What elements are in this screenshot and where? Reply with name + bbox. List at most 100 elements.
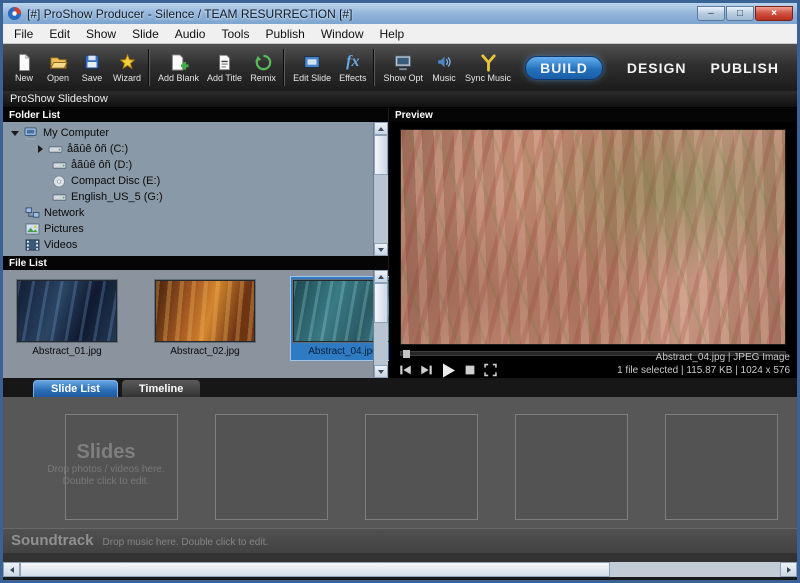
cd-drive-icon [51,175,67,188]
title-bar[interactable]: [#] ProShow Producer - Silence / TEAM RE… [3,3,797,24]
wizard-button[interactable]: Wizard [109,50,145,85]
tab-slide-list[interactable]: Slide List [33,380,118,397]
wizard-button-label: Wizard [113,73,141,83]
menu-tools[interactable]: Tools [213,25,257,43]
file-info-details: 1 file selected | 115.87 KB | 1024 x 576 [617,364,790,377]
add-blank-button-label: Add Blank [158,73,199,83]
expand-caret-icon[interactable] [11,131,19,136]
folder-list-title: Folder List [9,110,60,121]
scroll-left-button[interactable] [3,562,20,577]
scrub-position-marker[interactable] [403,350,410,358]
folder-item-my-computer[interactable]: My Computer [6,125,373,141]
window-controls: – □ × [697,6,793,21]
show-title: ProShow Slideshow [10,93,108,105]
file-thumbnail[interactable] [17,280,117,342]
folder-item-network[interactable]: Network [6,205,373,221]
folder-item-pictures[interactable]: Pictures [6,221,373,237]
folder-item-label: åãûê ôñ (C:) [67,143,128,155]
scrollbar-thumb[interactable] [374,283,388,323]
menu-help[interactable]: Help [372,25,413,43]
toolbar-separator [149,49,150,86]
slide-placeholder[interactable] [215,414,328,520]
slide-list-area[interactable]: Slides Drop photos / videos here. Double… [3,397,797,528]
open-button[interactable]: Open [41,50,75,85]
soundtrack-bar[interactable]: Soundtrack Drop music here. Double click… [3,528,797,553]
horizontal-scrollbar[interactable] [3,562,797,577]
tab-timeline[interactable]: Timeline [122,380,200,397]
build-button[interactable]: BUILD [525,56,603,80]
effects-button-label: Effects [339,73,366,83]
minimize-button[interactable]: – [697,6,725,21]
new-button[interactable]: New [7,50,41,85]
file-item-abstract-02[interactable]: Abstract_02.jpg [153,277,257,360]
scroll-up-button[interactable] [374,122,388,135]
file-name-label: Abstract_01.jpg [32,346,102,357]
folder-list-panel: My Computer åãûê ôñ (C:) åãûê ôñ (D:) Co… [3,122,388,256]
hard-drive-icon [51,191,67,204]
close-icon: × [771,9,777,19]
fullscreen-button[interactable] [483,363,498,377]
bottom-tabs-bar: Slide List Timeline [3,378,797,397]
menu-window[interactable]: Window [313,25,372,43]
file-list-title: File List [9,258,47,269]
mode-switcher: BUILD DESIGN PUBLISH [525,56,793,80]
file-list-scrollbar[interactable] [373,270,388,378]
scroll-right-button[interactable] [780,562,797,577]
next-button[interactable] [419,363,434,377]
publish-button[interactable]: PUBLISH [711,60,779,76]
add-blank-button[interactable]: Add Blank [154,50,203,85]
folder-item-drive-e[interactable]: Compact Disc (E:) [6,173,373,189]
new-button-label: New [15,73,33,83]
effects-fx-icon: fx [346,52,359,72]
toolbar-separator [374,49,375,86]
slide-placeholder[interactable] [365,414,478,520]
maximize-button[interactable]: □ [726,6,754,21]
effects-button[interactable]: fx Effects [335,50,370,85]
menu-edit[interactable]: Edit [41,25,78,43]
expand-caret-icon[interactable] [38,145,43,153]
menu-show[interactable]: Show [78,25,124,43]
music-button[interactable]: Music [427,50,461,85]
show-options-button[interactable]: Show Opt [379,50,427,85]
save-button[interactable]: Save [75,50,109,85]
file-item-abstract-01[interactable]: Abstract_01.jpg [15,277,119,360]
folder-item-drive-d[interactable]: åãûê ôñ (D:) [6,157,373,173]
close-button[interactable]: × [755,6,793,21]
file-list-panel: Abstract_01.jpg Abstract_02.jpg Abstract… [3,270,388,378]
toolbar-separator [284,49,285,86]
add-title-button-label: Add Title [207,73,242,83]
music-speaker-icon [435,52,454,72]
folder-item-drive-g[interactable]: English_US_5 (G:) [6,189,373,205]
design-button[interactable]: DESIGN [627,60,687,76]
previous-button[interactable] [398,363,413,377]
scrollbar-thumb[interactable] [374,135,388,175]
sync-music-button[interactable]: Sync Music [461,50,515,85]
preview-header: Preview [389,108,797,122]
slide-placeholder[interactable] [65,414,178,520]
edit-slide-button[interactable]: Edit Slide [289,50,335,85]
menu-slide[interactable]: Slide [124,25,167,43]
play-button[interactable] [440,362,457,379]
scroll-down-button[interactable] [374,243,388,256]
folder-item-videos[interactable]: Videos [6,237,373,253]
remix-button[interactable]: Remix [246,50,280,85]
scroll-up-button[interactable] [374,270,388,283]
add-title-button[interactable]: Add Title [203,50,246,85]
slide-placeholder[interactable] [665,414,778,520]
stop-button[interactable] [463,363,477,377]
file-name-label: Abstract_02.jpg [170,346,240,357]
scroll-down-button[interactable] [374,365,388,378]
menu-publish[interactable]: Publish [257,25,312,43]
sync-music-icon [479,52,498,72]
folder-item-drive-c[interactable]: åãûê ôñ (C:) [6,141,373,157]
remix-button-label: Remix [250,73,276,83]
folder-list-scrollbar[interactable] [373,122,388,256]
file-thumbnail[interactable] [155,280,255,342]
slide-placeholder[interactable] [515,414,628,520]
slide-placeholder-row [3,397,797,520]
menu-audio[interactable]: Audio [167,25,214,43]
scrollbar-thumb[interactable] [20,562,610,577]
folder-list-header: Folder List [3,108,388,122]
app-logo-icon [7,6,22,21]
menu-file[interactable]: File [6,25,41,43]
